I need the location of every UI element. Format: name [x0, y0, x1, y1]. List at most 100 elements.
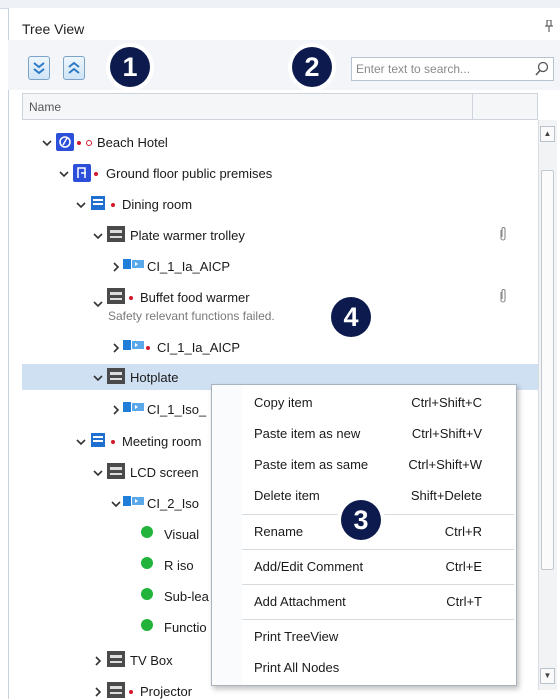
expand-chevron-icon[interactable] — [76, 435, 86, 450]
scroll-down-button[interactable]: ▼ — [540, 668, 555, 684]
tree-node-circuit[interactable]: CI_1_Ia_AICP — [22, 334, 538, 360]
floor-icon — [73, 164, 91, 185]
tree-node-label: CI_2_Iso — [147, 496, 200, 511]
menu-item-print-treeview[interactable]: Print TreeView — [212, 622, 516, 652]
menu-item-paste-as-new[interactable]: Paste item as new Ctrl+Shift+V — [212, 419, 516, 449]
tree-node-plate-warmer[interactable]: Plate warmer trolley — [22, 222, 538, 248]
status-dot — [129, 690, 133, 694]
status-dot — [129, 296, 133, 300]
tree-node-label: LCD screen — [130, 465, 199, 480]
tree-node-label: Hotplate — [130, 370, 179, 385]
vertical-scrollbar[interactable]: ▲ ▼ — [538, 120, 557, 690]
menu-item-add-edit-comment[interactable]: Add/Edit Comment Ctrl+E — [212, 552, 516, 582]
expand-all-button[interactable] — [28, 56, 50, 80]
search-input[interactable] — [356, 61, 528, 77]
expand-chevron-icon[interactable] — [76, 198, 86, 213]
expand-chevron-icon[interactable] — [93, 229, 103, 244]
menu-item-shortcut: Ctrl+Shift+V — [411, 426, 482, 441]
column-header: Name — [22, 93, 538, 120]
pass-icon — [141, 526, 153, 538]
site-icon — [56, 133, 74, 154]
device-icon — [107, 368, 125, 387]
menu-item-add-attachment[interactable]: Add Attachment Ctrl+T — [212, 587, 516, 617]
collapse-all-button[interactable] — [63, 56, 85, 80]
tree-node-label: Visual — [164, 527, 200, 542]
expand-chevron-icon[interactable] — [111, 497, 121, 512]
tree-node-label: Functio — [164, 620, 207, 635]
column-name-header[interactable]: Name — [29, 100, 61, 114]
pin-icon[interactable] — [544, 19, 554, 35]
tree-node-dining-room[interactable]: Dining room — [22, 191, 538, 217]
tree-node-label: Sub-lea — [164, 589, 209, 604]
menu-separator — [242, 619, 514, 620]
menu-item-shortcut: Ctrl+Shift+W — [408, 457, 482, 472]
expand-chevron-right-icon[interactable] — [111, 341, 121, 356]
search-icon[interactable] — [535, 61, 549, 80]
menu-item-label: Delete item — [254, 488, 320, 503]
status-dot — [111, 440, 115, 444]
tree-node-comment-row: Safety relevant functions failed. — [22, 309, 538, 327]
tree-node-label: CI_1_Iso_ — [147, 402, 207, 417]
expand-chevron-right-icon[interactable] — [111, 260, 121, 275]
expand-chevron-icon[interactable] — [93, 466, 103, 481]
tree-node-label: Beach Hotel — [97, 135, 168, 150]
column-divider — [472, 94, 473, 119]
menu-item-shortcut: Ctrl+Shift+C — [411, 395, 482, 410]
callout-4: 4 — [331, 297, 371, 337]
circuit-icon — [123, 338, 145, 355]
attachment-icon[interactable] — [498, 288, 508, 307]
device-icon — [107, 463, 125, 482]
expand-chevron-right-icon[interactable] — [111, 403, 121, 418]
menu-item-print-all-nodes[interactable]: Print All Nodes — [212, 653, 516, 683]
tree-node-label: Plate warmer trolley — [130, 228, 245, 243]
tree-node-label: Projector — [140, 684, 193, 699]
status-dot — [111, 203, 115, 207]
menu-item-label: Add Attachment — [254, 594, 346, 609]
menu-separator — [242, 584, 514, 585]
device-icon — [107, 288, 125, 307]
tree-node-buffet-warmer[interactable]: Buffet food warmer — [22, 284, 538, 310]
menu-item-copy-item[interactable]: Copy item Ctrl+Shift+C — [212, 388, 516, 418]
tree-node-label: TV Box — [130, 653, 173, 668]
pass-icon — [141, 557, 153, 569]
menu-item-label: Print All Nodes — [254, 660, 340, 675]
status-dot — [94, 172, 98, 176]
status-ring — [86, 140, 92, 146]
menu-item-label: Print TreeView — [254, 629, 339, 644]
menu-item-shortcut: Shift+Delete — [410, 488, 482, 503]
status-dot — [77, 141, 81, 145]
tree-node-label: Buffet food warmer — [140, 290, 250, 305]
pass-icon — [141, 619, 153, 631]
panel-title: Tree View — [22, 21, 85, 37]
expand-chevron-right-icon[interactable] — [93, 654, 103, 669]
circuit-icon — [123, 400, 145, 417]
circuit-icon — [123, 257, 145, 274]
expand-chevron-icon[interactable] — [42, 136, 52, 151]
menu-item-shortcut: Ctrl+E — [445, 559, 482, 574]
device-icon — [107, 682, 125, 699]
tree-node-ground-floor[interactable]: Ground floor public premises — [22, 160, 538, 186]
panel-titlebar: Tree View — [8, 12, 560, 42]
node-comment: Safety relevant functions failed. — [108, 309, 275, 323]
expand-chevron-right-icon[interactable] — [93, 685, 103, 699]
menu-item-label: Rename — [254, 524, 304, 539]
menu-item-shortcut: Ctrl+R — [444, 524, 482, 539]
tree-node-label: CI_1_Ia_AICP — [157, 340, 241, 355]
scroll-thumb[interactable] — [541, 170, 554, 570]
callout-1: 1 — [110, 47, 150, 87]
room-icon — [90, 432, 106, 451]
menu-separator — [242, 549, 514, 550]
tree-node-beach-hotel[interactable]: Beach Hotel — [22, 129, 538, 155]
tree-node-label: R iso — [164, 558, 194, 573]
menu-item-paste-as-same[interactable]: Paste item as same Ctrl+Shift+W — [212, 450, 516, 480]
attachment-icon[interactable] — [498, 226, 508, 245]
scroll-up-button[interactable]: ▲ — [540, 126, 555, 142]
callout-3: 3 — [341, 500, 381, 540]
menu-item-label: Add/Edit Comment — [254, 559, 364, 574]
expand-chevron-icon[interactable] — [59, 167, 69, 182]
menu-item-label: Paste item as new — [254, 426, 361, 441]
expand-chevron-icon[interactable] — [93, 371, 103, 386]
tree-node-circuit[interactable]: CI_1_Ia_AICP — [22, 253, 538, 279]
status-dot — [146, 346, 150, 350]
pass-icon — [141, 588, 153, 600]
